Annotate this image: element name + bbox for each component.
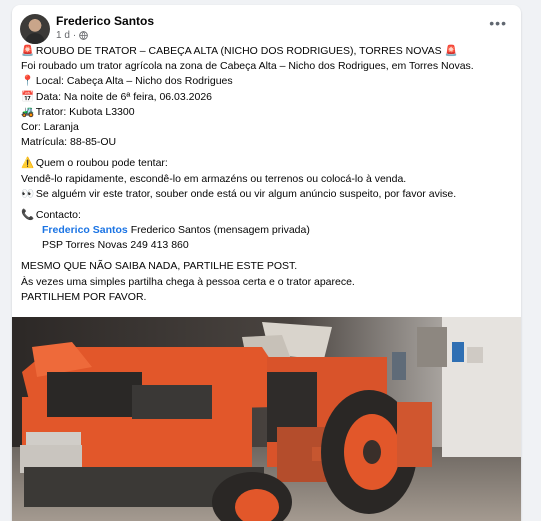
- post-line: Às vezes uma simples partilha chega à pe…: [21, 275, 516, 290]
- post-line: 👀 Se alguém vir este trator, souber onde…: [21, 187, 516, 202]
- eyes-icon: 👀: [21, 187, 35, 200]
- post-line: Foi roubado um trator agrícola na zona d…: [21, 59, 516, 74]
- post-time[interactable]: 1 d: [56, 30, 70, 41]
- more-options-icon[interactable]: •••: [489, 16, 507, 30]
- post-line: PSP Torres Novas 249 413 860: [21, 238, 516, 253]
- meta-separator: ·: [72, 30, 77, 41]
- siren-icon: 🚨: [21, 45, 35, 57]
- post-text: Às vezes uma simples partilha chega à pe…: [21, 275, 355, 288]
- post-text: Frederico Santos (mensagem privada): [127, 224, 310, 237]
- post-line: 🚜 Trator: Kubota L3300: [21, 105, 516, 120]
- post-text: Cor: Laranja: [21, 120, 79, 133]
- post-text: Vendê-lo rapidamente, escondê-lo em arma…: [21, 172, 407, 185]
- post-text: Se alguém vir este trator, souber onde e…: [35, 187, 457, 200]
- post-line: Frederico Santos Frederico Santos (mensa…: [21, 223, 516, 238]
- post-text: Matrícula: 88-85-OU: [21, 136, 117, 149]
- post-line: 📞 Contacto:: [21, 208, 516, 223]
- post-meta: 1 d ·: [56, 30, 89, 41]
- author-avatar[interactable]: [20, 14, 50, 44]
- pin-icon: 📍: [21, 75, 35, 88]
- post-line: MESMO QUE NÃO SAIBA NADA, PARTILHE ESTE …: [21, 259, 516, 274]
- post-text: Trator: Kubota L3300: [35, 105, 135, 118]
- post-text: PARTILHEM POR FAVOR.: [21, 290, 147, 303]
- post-line: PARTILHEM POR FAVOR.: [21, 290, 516, 305]
- warning-icon: ⚠️: [21, 157, 35, 170]
- post-line: Matrícula: 88-85-OU: [21, 135, 516, 150]
- author-name[interactable]: Frederico Santos: [56, 14, 154, 28]
- phone-icon: 📞: [21, 208, 35, 221]
- tractor-icon: 🚜: [21, 105, 35, 118]
- tractor-photo[interactable]: [12, 317, 521, 521]
- post-body: 🚨 ROUBO DE TRATOR – CABEÇA ALTA (NICHO D…: [21, 44, 516, 305]
- post-line: Cor: Laranja: [21, 120, 516, 135]
- post-text: Contacto:: [35, 208, 81, 221]
- post-text: ROUBO DE TRATOR – CABEÇA ALTA (NICHO DOS…: [35, 45, 458, 57]
- post-text: MESMO QUE NÃO SAIBA NADA, PARTILHE ESTE …: [21, 260, 298, 273]
- post-text: Foi roubado um trator agrícola na zona d…: [21, 60, 474, 73]
- post-line: 📅 Data: Na noite de 6ª feira, 06.03.2026: [21, 90, 516, 105]
- calendar-icon: 📅: [21, 90, 35, 103]
- post-line: 📍 Local: Cabeça Alta – Nicho dos Rodrigu…: [21, 74, 516, 89]
- post-text: Data: Na noite de 6ª feira, 06.03.2026: [35, 90, 213, 103]
- post-card: Frederico Santos 1 d · ••• 🚨 ROUBO DE TR…: [12, 5, 521, 521]
- post-text: Quem o roubou pode tentar:: [35, 157, 168, 170]
- post-text: Local: Cabeça Alta – Nicho dos Rodrigues: [35, 75, 233, 88]
- post-line: ⚠️ Quem o roubou pode tentar:: [21, 156, 516, 171]
- globe-icon: [79, 31, 89, 40]
- author-mention-link[interactable]: Frederico Santos: [42, 224, 128, 236]
- post-line: Vendê-lo rapidamente, escondê-lo em arma…: [21, 172, 516, 187]
- post-text: PSP Torres Novas 249 413 860: [42, 239, 189, 252]
- post-line: 🚨 ROUBO DE TRATOR – CABEÇA ALTA (NICHO D…: [21, 44, 516, 59]
